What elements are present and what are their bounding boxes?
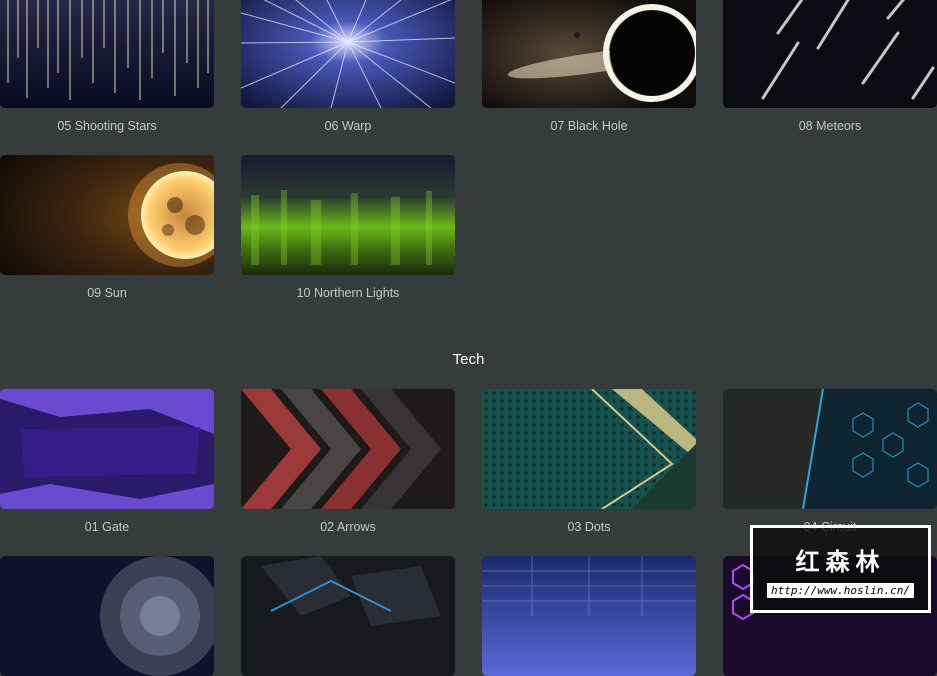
thumbnail-black-hole[interactable] xyxy=(482,0,696,108)
thumbnail-label: 02 Arrows xyxy=(320,520,376,534)
watermark-badge: 红森林 http://www.hoslin.cn/ xyxy=(750,525,931,613)
thumbnail-label: 09 Sun xyxy=(87,286,127,300)
thumbnail-sun[interactable] xyxy=(0,155,214,275)
section-title-tech: Tech xyxy=(452,351,485,368)
watermark-url: http://www.hoslin.cn/ xyxy=(766,583,915,598)
thumbnail-tech-6[interactable] xyxy=(241,556,455,676)
thumbnail-label: 05 Shooting Stars xyxy=(57,119,157,133)
thumbnail-label: 01 Gate xyxy=(84,520,130,534)
thumbnail-label: 03 Dots xyxy=(567,520,611,534)
thumbnail-label: 08 Meteors xyxy=(798,119,862,133)
thumbnail-label: 10 Northern Lights xyxy=(296,286,400,300)
thumbnail-meteors[interactable] xyxy=(723,0,937,108)
thumbnail-tech-5[interactable] xyxy=(0,556,214,676)
thumbnail-circuit[interactable] xyxy=(723,389,937,509)
watermark-title: 红森林 xyxy=(795,548,886,576)
thumbnail-northern-lights[interactable] xyxy=(241,155,455,275)
thumbnail-label: 06 Warp xyxy=(324,119,372,133)
thumbnail-arrows[interactable] xyxy=(241,389,455,509)
thumbnail-gate[interactable] xyxy=(0,389,214,509)
thumbnail-label: 07 Black Hole xyxy=(550,119,628,133)
thumbnail-warp[interactable] xyxy=(241,0,455,108)
thumbnail-tech-7[interactable] xyxy=(482,556,696,676)
thumbnail-shooting-stars[interactable] xyxy=(0,0,214,108)
thumbnail-dots[interactable] xyxy=(482,389,696,509)
